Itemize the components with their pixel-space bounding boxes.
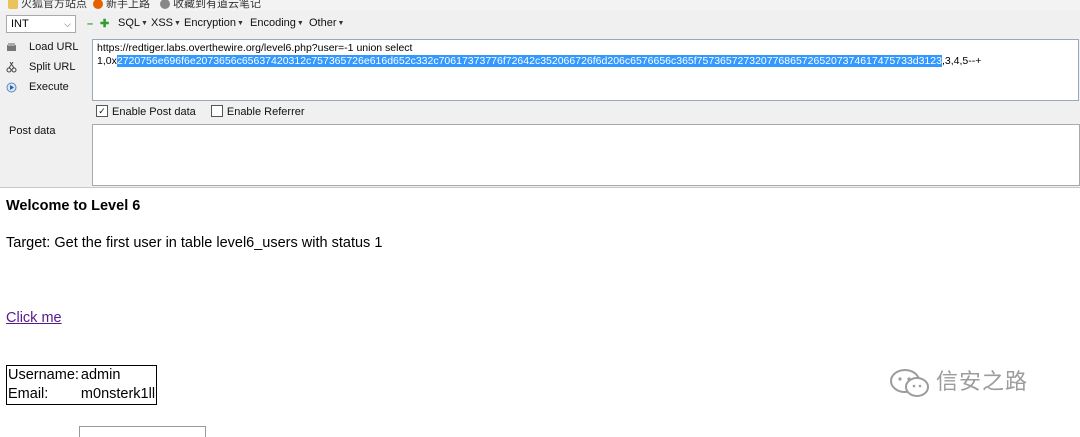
table-row: Email: m0nsterk1ll [7,385,157,405]
url-textarea[interactable]: https://redtiger.labs.overthewire.org/le… [92,39,1079,101]
table-row: Username: admin [7,366,157,386]
caret-down-icon: ▼ [296,19,304,27]
increase-icon[interactable]: ✚ [100,18,109,30]
split-url-button[interactable]: Split URL [6,61,75,73]
chevron-down-icon: ⌵ [64,19,71,29]
enable-referrer-checkbox[interactable]: Enable Referrer [210,105,305,118]
load-url-button[interactable]: Load URL [6,41,79,53]
checkbox-checked-icon: ✓ [96,105,108,118]
bookmark-getting-started[interactable]: 新手上路 [93,0,150,11]
username-label: Username: [8,367,79,383]
email-value: m0nsterk1ll [80,386,156,402]
bookmarks-bar: 火狐官方站点 新手上路 收藏到有道云笔记 [0,0,1080,11]
hackbar-panel: INT ⌵ – ✚ SQL▼ XSS▼ Encryption▼ Encoding… [0,11,1080,188]
scissors-icon [6,61,17,73]
page-heading: Welcome to Level 6 [6,198,141,214]
bottom-input-box[interactable] [79,426,206,437]
post-data-label: Post data [9,125,56,137]
decrease-icon[interactable]: – [87,18,93,30]
username-value: admin [80,367,121,383]
url-line-2: 1,0x2720756e696f6e2073656c65637420312c75… [97,55,982,67]
options-row: ✓ Enable Post data Enable Referrer [96,105,305,118]
enable-post-checkbox[interactable]: ✓ Enable Post data [96,105,196,118]
click-me-link[interactable]: Click me [6,310,62,326]
caret-down-icon: ▼ [174,19,181,27]
watermark: 信安之路 [888,364,1028,398]
checkbox-empty-icon [210,105,223,118]
menu-encoding[interactable]: Encoding▼ [250,17,304,29]
user-table: Username: admin Email: m0nsterk1ll [6,365,158,405]
hackbar-toolbar: INT ⌵ – ✚ SQL▼ XSS▼ Encryption▼ Encoding… [0,15,1080,35]
load-url-icon [7,42,16,51]
execute-button[interactable]: Execute [6,81,69,93]
caret-down-icon: ▼ [236,19,244,27]
menu-sql[interactable]: SQL▼ [118,17,148,29]
gear-icon [160,0,170,10]
menu-xss[interactable]: XSS▼ [151,17,181,29]
bookmark-youdao-note[interactable]: 收藏到有道云笔记 [160,0,261,11]
caret-down-icon: ▼ [337,19,345,27]
email-label: Email: [8,386,49,402]
post-data-textarea[interactable] [92,124,1080,186]
play-icon [6,82,17,93]
menu-other[interactable]: Other▼ [309,17,344,29]
folder-icon [8,0,18,10]
caret-down-icon: ▼ [141,19,148,27]
firefox-icon [93,0,103,10]
url-line-1: https://redtiger.labs.overthewire.org/le… [97,42,413,54]
menu-encryption[interactable]: Encryption▼ [184,17,244,29]
bookmark-official-site[interactable]: 火狐官方站点 [8,0,87,11]
version-select[interactable]: INT ⌵ [6,15,76,33]
selected-hex-text: 2720756e696f6e2073656c65637420312c757365… [116,55,942,67]
target-text: Target: Get the first user in table leve… [6,235,383,251]
wechat-icon [890,369,929,397]
